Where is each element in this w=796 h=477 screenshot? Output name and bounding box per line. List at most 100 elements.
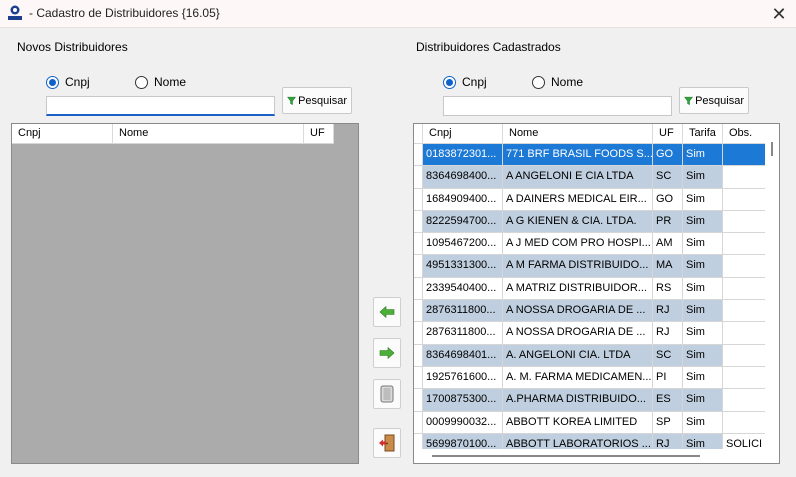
- table-row[interactable]: 0183872301... 771 BRF BRASIL FOODS S... GO…: [414, 144, 766, 167]
- row-header[interactable]: [414, 233, 423, 255]
- column-header-obs[interactable]: Obs.: [723, 124, 766, 144]
- horizontal-scrollbar[interactable]: [414, 449, 766, 463]
- close-button[interactable]: ✕: [762, 0, 796, 28]
- cell-tarifa[interactable]: Sim: [683, 300, 723, 322]
- cell-uf[interactable]: PR: [653, 210, 683, 233]
- column-header-cnpj[interactable]: Cnpj: [423, 124, 503, 144]
- cell-nome[interactable]: A.PHARMA DISTRIBUIDO...: [503, 389, 653, 411]
- column-header-uf[interactable]: UF: [653, 124, 683, 144]
- cell-cnpj[interactable]: 0183872301...: [423, 144, 503, 166]
- cell-tarifa[interactable]: Sim: [683, 366, 723, 389]
- cell-nome[interactable]: A NOSSA DROGARIA DE ...: [503, 322, 653, 344]
- cell-tarifa[interactable]: Sim: [683, 144, 723, 166]
- row-header[interactable]: [414, 300, 423, 322]
- table-row[interactable]: 8364698401... A. ANGELONI CIA. LTDA SC Sim: [414, 344, 766, 367]
- cell-cnpj[interactable]: 8364698400...: [423, 166, 503, 188]
- table-row[interactable]: 2876311800... A NOSSA DROGARIA DE ... RJ Si…: [414, 322, 766, 345]
- left-radio-nome[interactable]: Nome: [135, 75, 186, 89]
- cell-tarifa[interactable]: Sim: [683, 411, 723, 433]
- cell-cnpj[interactable]: 1925761600...: [423, 366, 503, 389]
- move-right-button[interactable]: [373, 338, 401, 368]
- cell-obs[interactable]: [723, 233, 766, 255]
- cell-tarifa[interactable]: Sim: [683, 233, 723, 255]
- cell-tarifa[interactable]: Sim: [683, 188, 723, 210]
- cell-cnpj[interactable]: 8222594700...: [423, 210, 503, 233]
- row-header[interactable]: [414, 344, 423, 366]
- cell-obs[interactable]: [723, 166, 766, 188]
- row-header[interactable]: [414, 255, 423, 277]
- row-header[interactable]: [414, 166, 423, 188]
- novos-distribuidores-grid[interactable]: Cnpj Nome UF: [11, 123, 359, 464]
- column-header-nome[interactable]: Nome: [113, 124, 304, 144]
- table-row[interactable]: 1925761600... A. M. FARMA MEDICAMEN... PI S…: [414, 366, 766, 390]
- cell-obs[interactable]: [723, 389, 766, 411]
- cell-nome[interactable]: A ANGELONI E CIA LTDA: [503, 166, 653, 188]
- left-radio-cnpj[interactable]: Cnpj: [46, 75, 90, 89]
- cell-cnpj[interactable]: 1095467200...: [423, 233, 503, 255]
- cell-obs[interactable]: [723, 210, 766, 233]
- cell-nome[interactable]: A NOSSA DROGARIA DE ...: [503, 300, 653, 322]
- table-row[interactable]: 4951331300... A M FARMA DISTRIBUIDO... MA S…: [414, 255, 766, 278]
- row-header[interactable]: [414, 144, 423, 166]
- cell-nome[interactable]: A. M. FARMA MEDICAMEN...: [503, 366, 653, 389]
- right-search-input[interactable]: [443, 96, 672, 116]
- row-header[interactable]: [414, 389, 423, 411]
- column-header-nome[interactable]: Nome: [503, 124, 653, 144]
- cell-cnpj[interactable]: 8364698401...: [423, 344, 503, 366]
- scroll-thumb[interactable]: [771, 142, 773, 156]
- row-header[interactable]: [414, 366, 423, 389]
- cell-obs[interactable]: [723, 188, 766, 210]
- cell-cnpj[interactable]: 2876311800...: [423, 322, 503, 344]
- cell-nome[interactable]: A MATRIZ DISTRIBUIDOR...: [503, 277, 653, 300]
- cell-uf[interactable]: RJ: [653, 322, 683, 344]
- cell-tarifa[interactable]: Sim: [683, 277, 723, 300]
- cell-obs[interactable]: [723, 411, 766, 433]
- cell-uf[interactable]: GO: [653, 188, 683, 210]
- cell-nome[interactable]: 771 BRF BRASIL FOODS S...: [503, 144, 653, 166]
- cell-tarifa[interactable]: Sim: [683, 389, 723, 411]
- right-radio-nome[interactable]: Nome: [532, 75, 583, 89]
- cell-nome[interactable]: ABBOTT KOREA LIMITED: [503, 411, 653, 433]
- table-row[interactable]: 2339540400... A MATRIZ DISTRIBUIDOR... RS S…: [414, 277, 766, 301]
- cell-tarifa[interactable]: Sim: [683, 255, 723, 277]
- left-search-button[interactable]: Pesquisar: [282, 87, 352, 114]
- cell-obs[interactable]: [723, 366, 766, 389]
- cell-nome[interactable]: A J MED COM PRO HOSPI...: [503, 233, 653, 255]
- cell-cnpj[interactable]: 2339540400...: [423, 277, 503, 300]
- column-header-tarifa[interactable]: Tarifa: [683, 124, 723, 144]
- cell-obs[interactable]: [723, 144, 766, 166]
- cell-cnpj[interactable]: 1684909400...: [423, 188, 503, 210]
- table-row[interactable]: 1700875300... A.PHARMA DISTRIBUIDO... ES Si…: [414, 389, 766, 412]
- move-left-button[interactable]: [373, 297, 401, 327]
- cell-uf[interactable]: SP: [653, 411, 683, 433]
- cell-uf[interactable]: SC: [653, 344, 683, 366]
- cell-tarifa[interactable]: Sim: [683, 322, 723, 344]
- cell-nome[interactable]: A DAINERS MEDICAL EIR...: [503, 188, 653, 210]
- table-row[interactable]: 8222594700... A G KIENEN & CIA. LTDA. PR Si…: [414, 210, 766, 234]
- cell-obs[interactable]: [723, 344, 766, 366]
- cell-tarifa[interactable]: Sim: [683, 166, 723, 188]
- cell-uf[interactable]: RJ: [653, 300, 683, 322]
- cell-uf[interactable]: PI: [653, 366, 683, 389]
- cell-nome[interactable]: A M FARMA DISTRIBUIDO...: [503, 255, 653, 277]
- row-header[interactable]: [414, 277, 423, 300]
- clear-button[interactable]: [373, 379, 401, 409]
- row-header[interactable]: [414, 322, 423, 344]
- cell-obs[interactable]: [723, 255, 766, 277]
- cell-tarifa[interactable]: Sim: [683, 210, 723, 233]
- cell-cnpj[interactable]: 2876311800...: [423, 300, 503, 322]
- right-search-button[interactable]: Pesquisar: [679, 87, 749, 114]
- right-radio-cnpj[interactable]: Cnpj: [443, 75, 487, 89]
- cell-obs[interactable]: [723, 277, 766, 300]
- scroll-thumb[interactable]: [432, 455, 700, 457]
- cell-uf[interactable]: SC: [653, 166, 683, 188]
- cell-nome[interactable]: A. ANGELONI CIA. LTDA: [503, 344, 653, 366]
- distribuidores-cadastrados-grid[interactable]: Cnpj Nome UF Tarifa Obs. 0183872301... 77…: [413, 123, 780, 464]
- left-search-input[interactable]: [46, 96, 275, 116]
- cell-uf[interactable]: GO: [653, 144, 683, 166]
- cell-obs[interactable]: [723, 300, 766, 322]
- cell-cnpj[interactable]: 4951331300...: [423, 255, 503, 277]
- row-header[interactable]: [414, 188, 423, 210]
- cell-nome[interactable]: A G KIENEN & CIA. LTDA.: [503, 210, 653, 233]
- cell-uf[interactable]: MA: [653, 255, 683, 277]
